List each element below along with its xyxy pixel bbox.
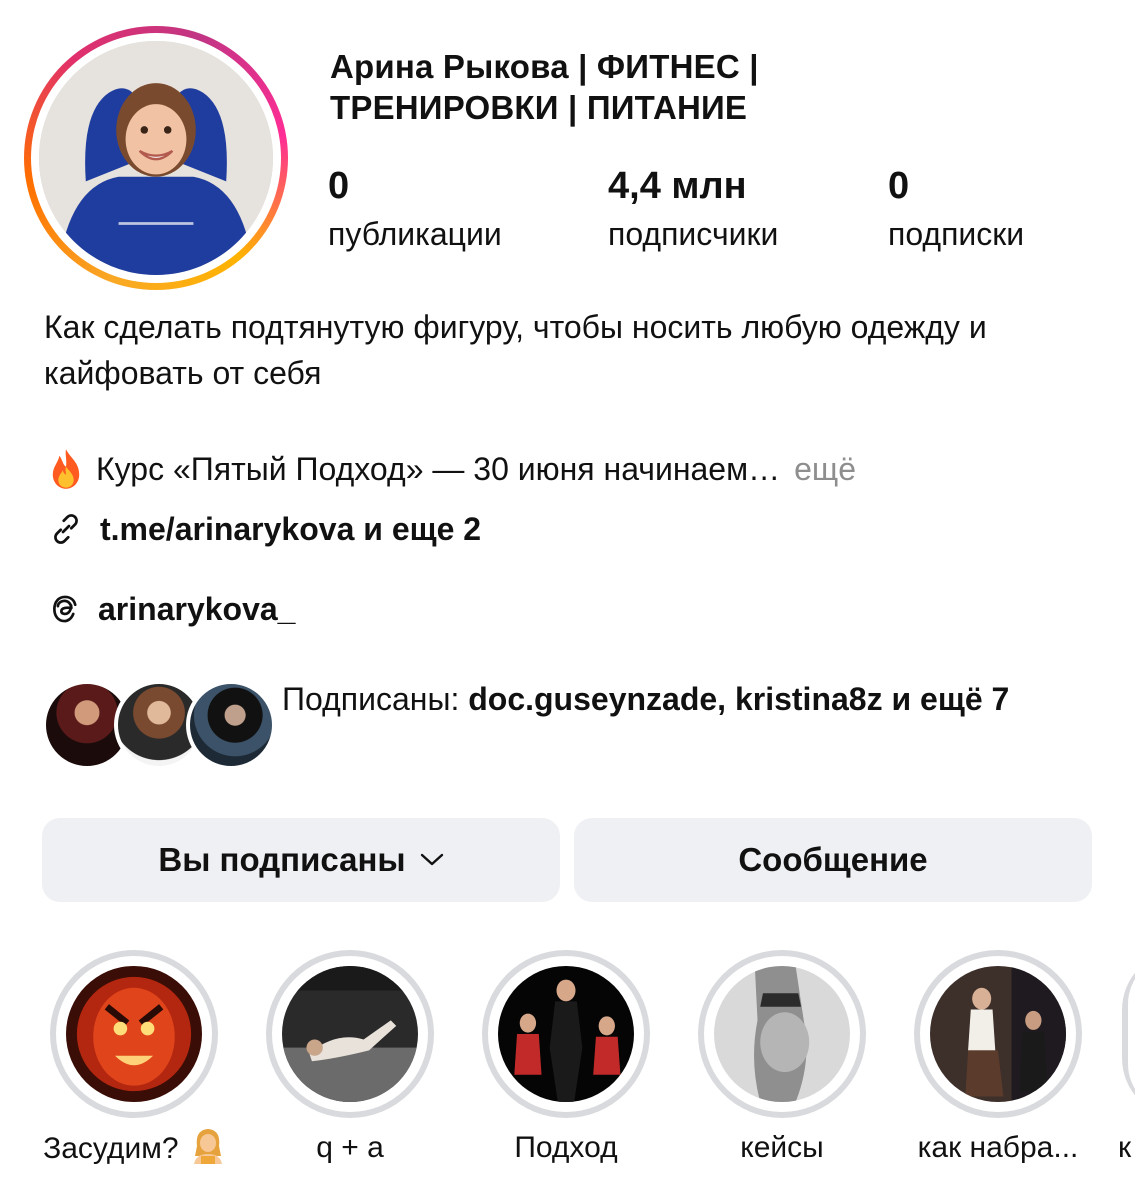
highlight-label: кейсы <box>740 1131 824 1164</box>
stat-posts[interactable]: 0 публикации <box>328 164 502 254</box>
avatar <box>186 680 276 770</box>
highlight-label: к <box>1118 1131 1132 1164</box>
bio-course-line: Курс «Пятый Подход» — 30 июня начинаем… … <box>44 446 856 492</box>
mutual-names[interactable]: doc.guseynzade, kristina8z <box>468 681 882 717</box>
highlight-item[interactable] <box>482 950 650 1118</box>
stat-followers[interactable]: 4,4 млн подписчики <box>608 164 778 254</box>
highlight-cover-image <box>282 966 418 1102</box>
highlight-cover <box>714 966 850 1102</box>
highlight-border <box>56 956 212 1112</box>
chevron-down-icon <box>420 853 443 866</box>
avatar-border <box>31 33 281 283</box>
threads-link[interactable]: arinarykova_ <box>44 586 295 632</box>
following-button[interactable]: Вы подписаны <box>42 818 560 902</box>
following-label: подписки <box>888 216 1025 252</box>
highlight-border <box>920 956 1076 1112</box>
highlight-item[interactable] <box>914 950 1082 1118</box>
highlight-cover <box>66 966 202 1102</box>
avatar[interactable] <box>39 41 273 275</box>
avatar-photo-illustration <box>39 41 273 275</box>
posts-label: публикации <box>328 216 502 252</box>
bio-text: Как сделать подтянутую фигуру, чтобы нос… <box>44 309 987 391</box>
followers-label: подписчики <box>608 216 779 252</box>
highlight-label: Засудим? <box>34 1126 234 1171</box>
highlight-item[interactable] <box>50 950 218 1118</box>
highlight-cover-image <box>66 966 202 1102</box>
link-icon <box>54 514 78 544</box>
threads-icon <box>53 595 77 623</box>
mutual-followers-avatars[interactable] <box>42 680 276 770</box>
message-button[interactable]: Сообщение <box>574 818 1092 902</box>
highlight-cover-image <box>498 966 634 1102</box>
external-link[interactable]: t.me/arinarykova и еще 2 <box>44 506 481 552</box>
stat-following[interactable]: 0 подписки <box>888 164 1024 254</box>
followers-count: 4,4 млн <box>608 165 747 207</box>
highlight-border <box>488 956 644 1112</box>
mutual-prefix: Подписаны: <box>282 681 469 717</box>
link-text: t.me/arinarykova и еще 2 <box>100 511 482 547</box>
highlight-cover <box>282 966 418 1102</box>
highlight-cover-image <box>930 966 1066 1102</box>
highlight-item[interactable] <box>1122 950 1135 1118</box>
profile-avatar-ring[interactable] <box>24 26 288 290</box>
highlight-label: как набра... <box>917 1131 1079 1164</box>
posts-count: 0 <box>328 165 350 207</box>
highlight-item[interactable] <box>698 950 866 1118</box>
mutual-suffix: и ещё 7 <box>882 681 1010 717</box>
highlight-cover <box>498 966 634 1102</box>
threads-username: arinarykova_ <box>98 591 296 627</box>
highlight-item[interactable] <box>266 950 434 1118</box>
profile-name: Арина Рыкова | ФИТНЕС | ТРЕНИРОВКИ | ПИТ… <box>330 48 759 126</box>
following-count: 0 <box>888 165 910 207</box>
following-button-label: Вы подписаны <box>158 841 406 878</box>
highlight-border <box>704 956 860 1112</box>
highlight-cover <box>930 966 1066 1102</box>
highlight-cover-image <box>714 966 850 1102</box>
highlight-label: q + a <box>316 1131 384 1164</box>
bio-more-link[interactable]: ещё <box>794 446 856 492</box>
highlight-label-text: Засудим? <box>43 1132 179 1165</box>
fire-icon <box>52 449 80 489</box>
course-text: Курс «Пятый Подход» — 30 июня начинаем… <box>96 451 781 487</box>
highlight-border <box>272 956 428 1112</box>
mutual-followers-text[interactable]: Подписаны: doc.guseynzade, kristina8z и … <box>282 676 1102 722</box>
highlight-label: Подход <box>514 1131 618 1164</box>
woman-emoji-icon <box>193 1129 222 1164</box>
highlight-border <box>1128 956 1135 1112</box>
message-button-label: Сообщение <box>738 841 928 878</box>
